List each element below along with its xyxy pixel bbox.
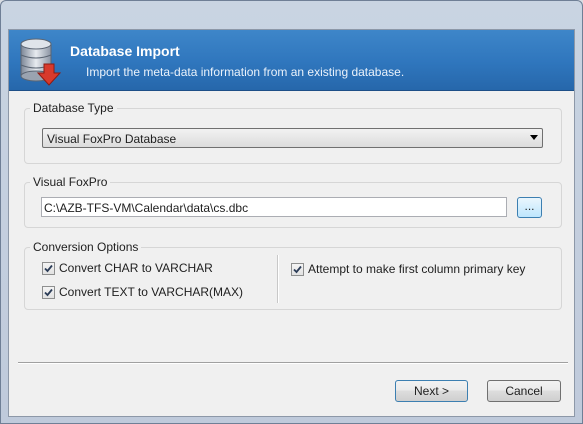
conversion-options-label: Conversion Options — [30, 240, 142, 254]
convert-text-label[interactable]: Convert TEXT to VARCHAR(MAX) — [59, 285, 243, 299]
checkbox-checked-icon[interactable] — [42, 261, 55, 275]
database-import-icon — [17, 36, 65, 86]
browse-button[interactable]: ... — [517, 197, 542, 218]
footer-separator — [18, 362, 568, 363]
primary-key-checkbox[interactable]: Attempt to make first column primary key — [291, 262, 525, 276]
database-path-input[interactable]: C:\AZB-TFS-VM\Calendar\data\cs.dbc — [41, 197, 507, 217]
cancel-button[interactable]: Cancel — [487, 380, 561, 402]
convert-char-label[interactable]: Convert CHAR to VARCHAR — [59, 261, 213, 275]
checkbox-checked-icon[interactable] — [42, 285, 55, 299]
next-button[interactable]: Next > — [395, 380, 468, 402]
database-type-label: Database Type — [30, 101, 117, 115]
dialog-window: Database Import Import the meta-data inf… — [0, 0, 583, 424]
checkbox-checked-icon[interactable] — [291, 262, 304, 276]
convert-text-checkbox[interactable]: Convert TEXT to VARCHAR(MAX) — [42, 285, 243, 299]
conversion-options-group — [24, 247, 562, 310]
convert-char-checkbox[interactable]: Convert CHAR to VARCHAR — [42, 261, 213, 275]
options-divider — [277, 255, 278, 303]
dialog-title: Database Import — [70, 43, 180, 59]
primary-key-label[interactable]: Attempt to make first column primary key — [308, 262, 525, 276]
dialog-subtitle: Import the meta-data information from an… — [86, 65, 405, 79]
database-path-value: C:\AZB-TFS-VM\Calendar\data\cs.dbc — [44, 201, 249, 215]
database-type-selected: Visual FoxPro Database — [47, 132, 177, 146]
chevron-down-icon[interactable] — [530, 135, 538, 140]
dialog-header-banner: Database Import Import the meta-data inf… — [9, 30, 574, 91]
database-type-dropdown[interactable]: Visual FoxPro Database — [42, 128, 543, 148]
visual-foxpro-label: Visual FoxPro — [30, 175, 111, 189]
